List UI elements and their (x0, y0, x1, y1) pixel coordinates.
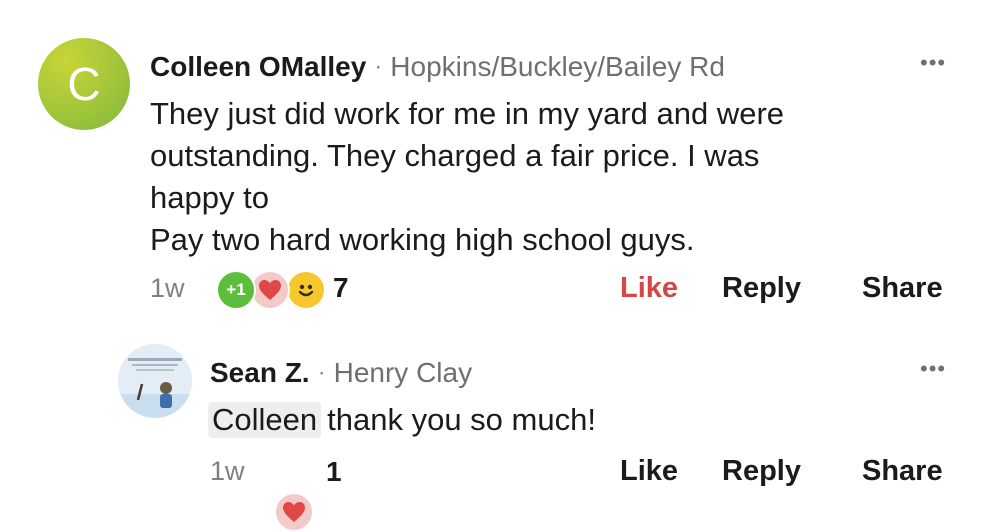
reaction-count[interactable]: 1 (326, 456, 342, 488)
comment-text-line: happy to (150, 180, 269, 215)
more-options-icon[interactable]: ••• (920, 356, 946, 382)
heart-icon (274, 492, 314, 532)
comment-header: Sean Z. · Henry Clay (210, 353, 472, 393)
avatar[interactable] (118, 344, 192, 418)
reply-button[interactable]: Reply (722, 455, 801, 488)
comment-text-body: thank you so much! (327, 402, 596, 437)
like-button[interactable]: Like (620, 272, 678, 305)
share-button[interactable]: Share (862, 272, 943, 305)
comment-text-line: outstanding. They charged a fair price. … (150, 138, 760, 173)
smile-icon (286, 270, 326, 310)
avatar-letter: C (67, 58, 101, 110)
separator-dot: · (374, 53, 383, 80)
comment-text: Colleen thank you so much! (208, 399, 596, 441)
comment-meta: 1w (150, 268, 185, 308)
comment-text-line: Pay two hard working high school guys. (150, 222, 695, 257)
comment-header: Colleen OMalley · Hopkins/Buckley/Bailey… (150, 47, 725, 87)
timestamp: 1w (210, 456, 245, 486)
plus-one-icon: +1 (216, 270, 256, 310)
reactions-summary[interactable]: +1 (216, 268, 336, 310)
more-options-icon[interactable]: ••• (920, 50, 946, 76)
author-name[interactable]: Sean Z. (210, 357, 310, 389)
plus-one-label: +1 (226, 280, 246, 299)
avatar[interactable]: C (38, 38, 130, 130)
reaction-count[interactable]: 7 (333, 272, 349, 304)
comment-text: They just did work for me in my yard and… (150, 93, 930, 261)
like-button[interactable]: Like (620, 455, 678, 488)
separator-dot: · (317, 359, 326, 386)
reactions-summary[interactable] (274, 490, 316, 532)
comment-text-line: They just did work for me in my yard and… (150, 96, 785, 131)
timestamp: 1w (150, 272, 185, 303)
author-name[interactable]: Colleen OMalley (150, 51, 366, 83)
reply-button[interactable]: Reply (722, 272, 801, 305)
heart-icon (250, 270, 290, 310)
neighborhood-label[interactable]: Henry Clay (334, 357, 472, 389)
share-button[interactable]: Share (862, 455, 943, 488)
neighborhood-label[interactable]: Hopkins/Buckley/Bailey Rd (390, 51, 725, 83)
mention-tag[interactable]: Colleen (208, 402, 322, 438)
